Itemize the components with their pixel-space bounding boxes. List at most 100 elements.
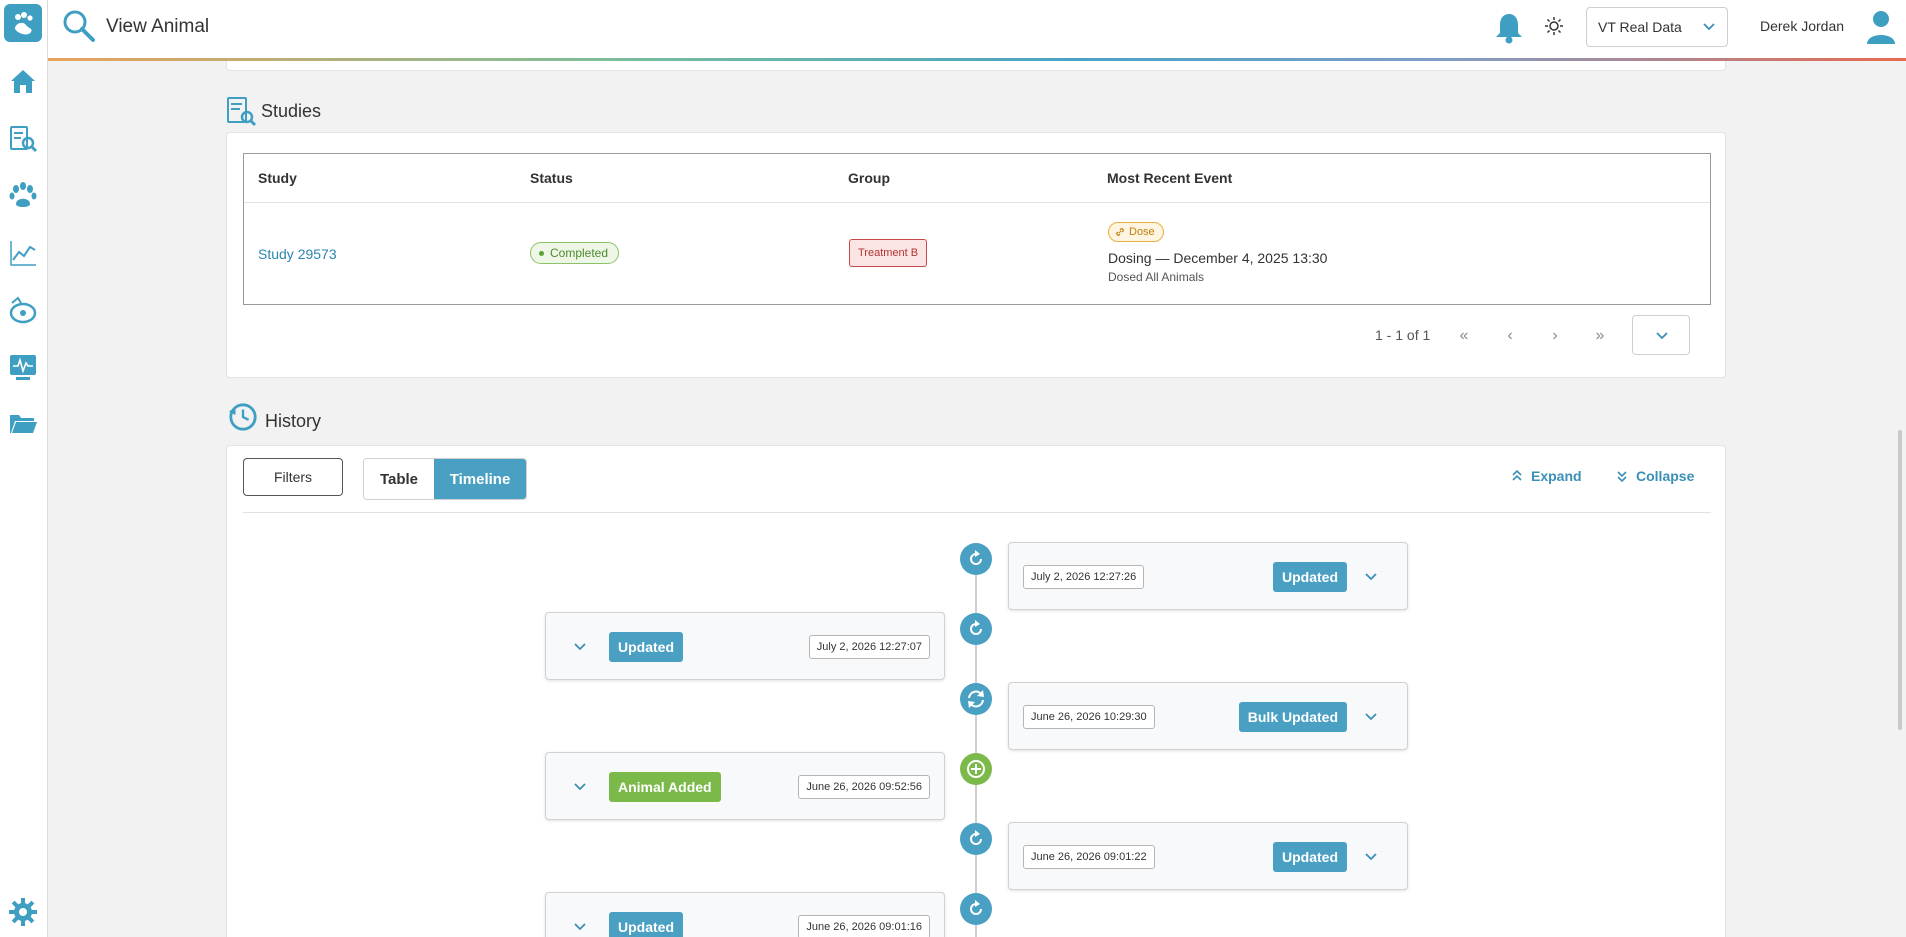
page-scrollbar[interactable]	[1898, 430, 1902, 730]
last-page-button[interactable]: »	[1585, 321, 1615, 351]
pagination-range: 1 - 1 of 1	[1375, 327, 1431, 343]
paw-icon	[9, 182, 37, 207]
view-toggle: Table Timeline	[363, 458, 527, 500]
column-header-most-recent-event[interactable]: Most Recent Event	[1107, 170, 1232, 186]
timeline-node	[960, 823, 992, 855]
studies-card: Study Status Group Most Recent Event Stu…	[226, 132, 1726, 378]
first-page-button[interactable]: «	[1449, 321, 1479, 351]
group-badge: Treatment B	[849, 239, 928, 267]
timeline-event-badge: Animal Added	[609, 772, 721, 802]
tab-timeline[interactable]: Timeline	[434, 459, 526, 499]
chevron-down-icon[interactable]	[572, 639, 588, 655]
study-link[interactable]: Study 29573	[258, 246, 337, 262]
collapse-button[interactable]: Collapse	[1616, 468, 1694, 484]
sidebar-item-home[interactable]	[6, 64, 40, 98]
double-chevron-up-icon	[1512, 469, 1522, 481]
timeline-entry[interactable]: June 26, 2026 09:01:22 Updated	[1008, 822, 1408, 890]
event-type-label: Dose	[1129, 226, 1155, 238]
history-divider	[243, 512, 1711, 513]
column-header-group[interactable]: Group	[848, 170, 890, 186]
double-chevron-down-icon	[1617, 471, 1627, 483]
refresh-icon	[970, 620, 982, 635]
chevron-down-icon[interactable]	[572, 919, 588, 935]
timeline-entry[interactable]: Updated July 2, 2026 12:27:07	[545, 612, 945, 680]
prev-page-button[interactable]: ‹	[1495, 321, 1525, 351]
dataset-select[interactable]: VT Real Data	[1586, 7, 1728, 47]
timeline-event-badge: Updated	[609, 632, 683, 662]
monitor-icon	[10, 355, 36, 380]
refresh-icon	[970, 900, 982, 915]
status-badge-label: Completed	[550, 246, 609, 260]
search-icon[interactable]	[62, 9, 96, 43]
sidebar-item-dosing[interactable]	[6, 293, 40, 327]
add-circle-icon	[967, 760, 985, 778]
top-header: View Animal VT Real Data Derek Jordan	[48, 0, 1906, 58]
sidebar-item-charts[interactable]	[6, 236, 40, 270]
timeline-event-badge: Updated	[1273, 562, 1347, 592]
user-name[interactable]: Derek Jordan	[1760, 18, 1844, 34]
dosing-icon	[9, 296, 37, 324]
timeline-timestamp: June 26, 2026 10:29:30	[1023, 705, 1155, 729]
tab-table[interactable]: Table	[364, 459, 434, 499]
refresh-icon	[970, 830, 982, 845]
timeline-node	[960, 683, 992, 715]
timeline-entry[interactable]: July 2, 2026 12:27:26 Updated	[1008, 542, 1408, 610]
app-logo[interactable]	[4, 4, 42, 42]
sidebar-item-files[interactable]	[6, 406, 40, 440]
sidebar-item-studies[interactable]	[6, 122, 40, 156]
studies-table: Study Status Group Most Recent Event Stu…	[243, 153, 1711, 305]
refresh-icon	[970, 550, 982, 565]
expand-label: Expand	[1531, 468, 1582, 484]
timeline-timestamp: June 26, 2026 09:52:56	[798, 775, 930, 799]
studies-section-title: Studies	[261, 101, 322, 121]
expand-button[interactable]: Expand	[1511, 468, 1582, 484]
card-remnant	[226, 61, 1726, 71]
page-title: View Animal	[106, 16, 210, 37]
column-header-study[interactable]: Study	[258, 170, 297, 186]
timeline-event-badge: Bulk Updated	[1238, 702, 1347, 732]
folder-icon	[10, 415, 37, 433]
sync-icon	[968, 690, 984, 708]
sidebar	[0, 0, 48, 937]
filters-button[interactable]: Filters	[243, 458, 343, 496]
link-icon	[1116, 228, 1124, 236]
event-type-badge: Dose	[1108, 222, 1164, 242]
history-section-title: History	[265, 411, 322, 431]
user-avatar-icon[interactable]	[1866, 10, 1896, 44]
chevron-down-icon	[1703, 23, 1715, 31]
timeline-entry[interactable]: Animal Added June 26, 2026 09:52:56	[545, 752, 945, 820]
history-icon	[228, 403, 257, 431]
sidebar-item-animals[interactable]	[6, 178, 40, 212]
page-size-select[interactable]	[1632, 315, 1690, 355]
timeline-event-badge: Updated	[609, 912, 683, 937]
paw-logo-icon	[15, 12, 33, 35]
column-header-status[interactable]: Status	[530, 170, 573, 186]
sidebar-item-settings[interactable]	[6, 895, 40, 929]
table-header-divider	[244, 202, 1710, 203]
next-page-button[interactable]: ›	[1540, 321, 1570, 351]
timeline-node	[960, 613, 992, 645]
dataset-select-value: VT Real Data	[1598, 19, 1682, 35]
timeline-timestamp: July 2, 2026 12:27:26	[1023, 565, 1145, 589]
chevron-down-icon[interactable]	[572, 779, 588, 795]
gear-icon	[9, 898, 37, 926]
timeline-node	[960, 543, 992, 575]
home-icon	[11, 70, 35, 93]
collapse-label: Collapse	[1636, 468, 1695, 484]
timeline-event-badge: Updated	[1273, 842, 1347, 872]
timeline-timestamp: June 26, 2026 09:01:16	[798, 915, 930, 937]
event-title: Dosing — December 4, 2025 13:30	[1108, 250, 1328, 266]
chevron-down-icon[interactable]	[1363, 709, 1379, 725]
chevron-down-icon[interactable]	[1363, 849, 1379, 865]
timeline-timestamp: July 2, 2026 12:27:07	[808, 635, 930, 659]
study-search-icon	[10, 126, 38, 153]
event-subtitle: Dosed All Animals	[1108, 270, 1205, 284]
chevron-down-icon[interactable]	[1363, 569, 1379, 585]
bell-icon[interactable]	[1494, 12, 1524, 44]
chart-icon	[10, 241, 36, 266]
theme-toggle-icon[interactable]	[1544, 16, 1564, 36]
timeline-entry[interactable]: Updated June 26, 2026 09:01:16	[545, 892, 945, 937]
sidebar-item-monitoring[interactable]	[6, 350, 40, 384]
status-dot-icon	[539, 250, 544, 256]
timeline-entry[interactable]: June 26, 2026 10:29:30 Bulk Updated	[1008, 682, 1408, 750]
